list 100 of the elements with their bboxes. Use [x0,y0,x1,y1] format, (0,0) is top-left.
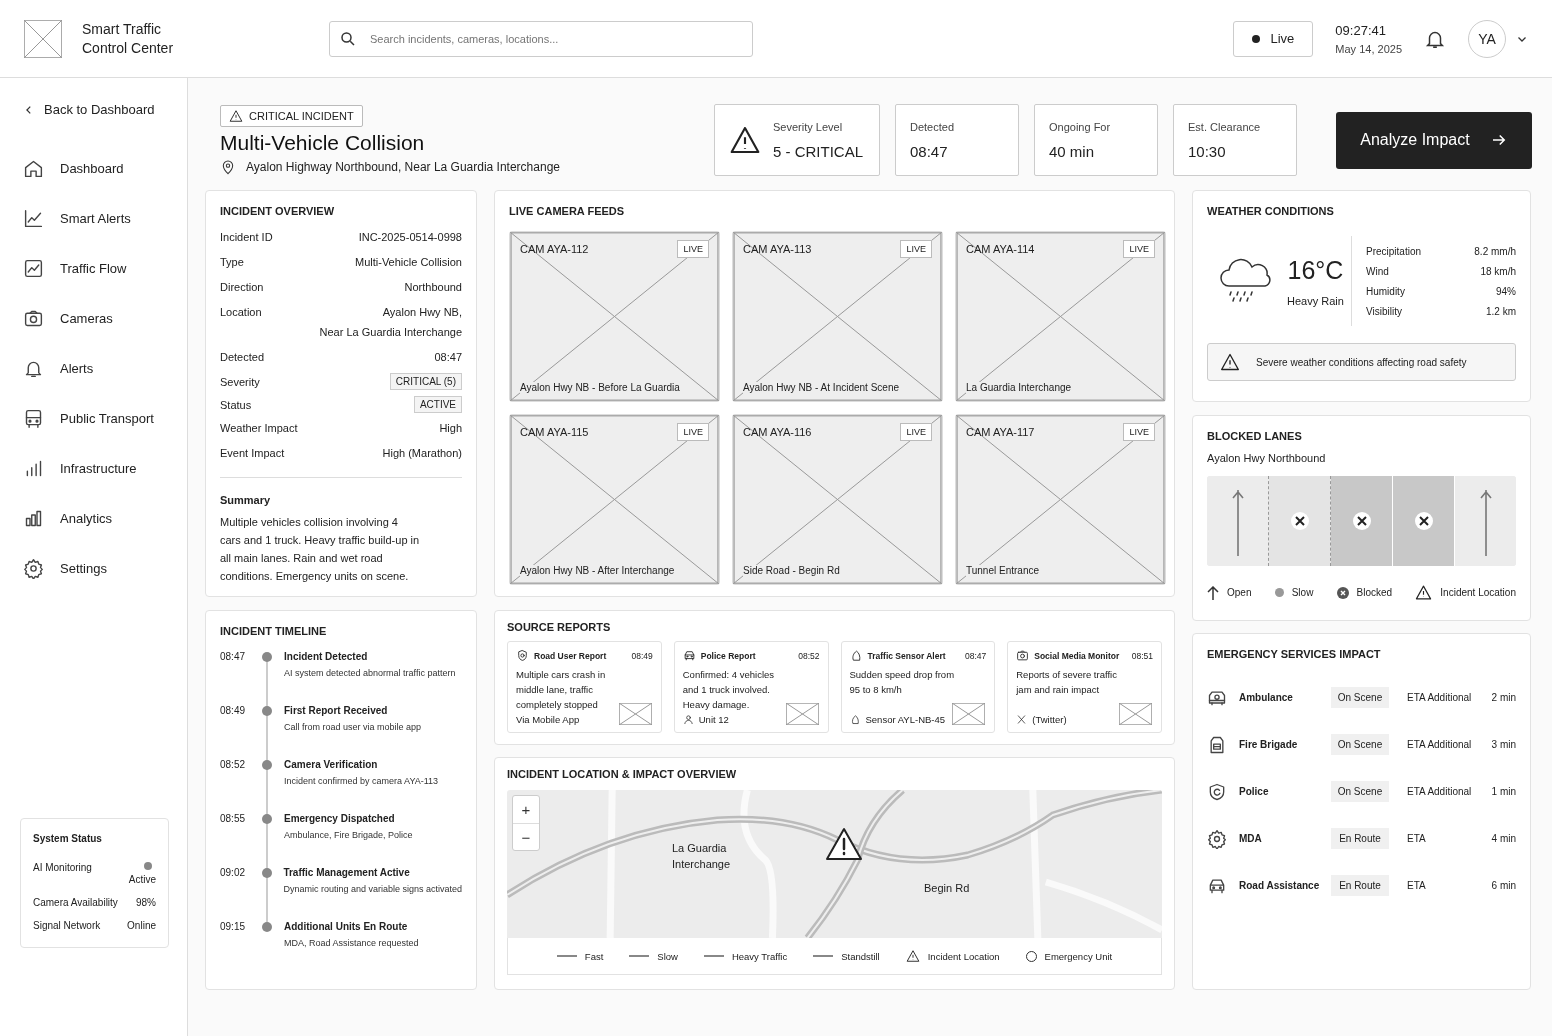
event-time: 08:47 [220,651,247,664]
status-tag: CRITICAL (5) [389,373,462,390]
event-description: Dynamic routing and variable signs activated [283,884,462,894]
event-time: 08:55 [220,813,247,826]
card-title: BLOCKED LANES [1207,430,1303,442]
live-button[interactable]: Live [1233,20,1314,57]
event-title: First Report Received [284,705,389,716]
stat-label: Detected [910,120,955,133]
report-card[interactable]: Social Media Monitor 08:51 Reports of severe traffic jam and rain impact (Twitter) [1007,641,1162,733]
camera-feed[interactable]: CAM AYA-116 LIVE Side Road - Begin Rd [732,414,943,585]
legend-label: Heavy Traffic [731,950,788,962]
camera-caption: Ayalon Hwy NB - After Interchange [520,565,675,576]
nav-item[interactable]: Smart Alerts [20,193,169,243]
map-pin-icon [220,159,236,175]
timeline-dot [262,760,272,770]
event-title: Additional Units En Route [284,921,409,932]
camera-caption: Tunnel Entrance [966,565,1039,576]
status-tag: ACTIVE [413,396,462,413]
card-title: INCIDENT LOCATION & IMPACT OVERVIEW [507,768,738,780]
camera-feed[interactable]: CAM AYA-112 LIVE Ayalon Hwy NB - Before La Guardia [509,231,720,402]
user-avatar[interactable]: YA [1468,19,1506,58]
nav-item[interactable]: Public Transport [20,393,169,443]
eta-value: 3 min [1490,739,1516,750]
search-icon [339,29,357,48]
camera-feed[interactable]: CAM AYA-115 LIVE Ayalon Hwy NB - After Interchange [509,414,720,585]
report-time: 08:49 [631,650,653,661]
image-placeholder [952,703,986,725]
service-name: Road Assistance [1239,880,1321,891]
blocked-icon [1336,586,1349,599]
nav-item[interactable]: Infrastructure [20,443,169,493]
event-description: AI system detected abnormal traffic pattern [284,668,456,678]
service-status: On Scene [1331,734,1389,755]
incident-location: Ayalon Highway Northbound, Near La Guardia Interchange [246,160,560,174]
event-description: Incident confirmed by camera AYA-113 [284,776,439,786]
back-link[interactable]: Back to Dashboard [20,102,169,117]
service-status: En Route [1331,875,1389,896]
camera-feed[interactable]: CAM AYA-113 LIVE Ayalon Hwy NB - At Incident Scene [732,231,943,402]
eta-value: 1 min [1490,786,1516,797]
nav-item[interactable]: Cameras [20,293,169,343]
legend-line [703,955,724,957]
zoom-in-button[interactable]: + [513,796,539,823]
camera-feed[interactable]: CAM AYA-114 LIVE La Guardia Interchange [955,231,1166,402]
line-chart-icon [23,257,44,279]
stat-label: Severity Level [773,120,844,133]
legend-label: Emergency Unit [1044,950,1113,962]
service-status: On Scene [1331,781,1389,802]
search-field[interactable]: Search incidents, cameras, locations... [329,20,753,57]
status-value: Active [128,874,156,885]
nav-item[interactable]: Alerts [20,343,169,393]
service-name: Police [1239,786,1270,797]
camera-caption: Side Road - Begin Rd [743,565,840,576]
report-title: Police Report [700,650,757,661]
legend-label: Incident Location [1440,587,1516,598]
badge-icon [516,649,529,662]
weather-condition: Heavy Rain [1287,294,1344,307]
nav-item[interactable]: Traffic Flow [20,243,169,293]
bus-icon [23,407,44,429]
live-badge: LIVE [1123,423,1155,441]
legend-dot [1274,588,1284,597]
timeline-dot [262,706,272,716]
warning-icon [1415,584,1433,601]
stat-label: Ongoing For [1049,120,1111,133]
alert-text: Severe weather conditions affecting road safety [1256,356,1467,368]
timeline-dot [262,814,272,824]
nav-item[interactable]: Dashboard [20,143,169,193]
camera-feed[interactable]: CAM AYA-117 LIVE Tunnel Entrance [955,414,1166,585]
blocked-icon [1414,512,1433,530]
stat-value: 40 min [1049,142,1096,160]
badge-label: CRITICAL INCIDENT [249,110,354,122]
arrow-up-icon [1207,585,1219,600]
nav-item[interactable]: Analytics [20,493,169,543]
image-placeholder [24,19,62,58]
app-title: Smart Traffic Control Center [82,19,175,58]
field-value: 08:47 [434,350,462,365]
clock-time: 09:27:41 [1335,22,1387,38]
eta-label: ETA Additional [1407,739,1473,750]
analyze-impact-button[interactable]: Analyze Impact [1336,111,1532,169]
report-text: Reports of severe traffic jam and rain impact [1016,668,1118,697]
report-card[interactable]: Road User Report 08:49 Multiple cars crash in middle lane, traffic completely stopped Via Mobile App [507,641,662,733]
service-name: Ambulance [1239,692,1294,703]
incident-title: Multi-Vehicle Collision [220,131,426,155]
summary-text: Multiple vehicles collision involving 4 cars and 1 truck. Heavy traffic build-up in all main lanes. Rain and wet road conditions. Emergency units on scene. [220,515,420,584]
report-source: Via Mobile App [516,714,580,725]
nav-item[interactable]: Settings [20,543,169,593]
live-badge: LIVE [900,240,932,258]
report-text: Confirmed: 4 vehicles and 1 truck involved. Heavy damage. [682,668,776,712]
report-time: 08:51 [1131,650,1153,661]
gear-icon [1207,828,1227,849]
zoom-out-button[interactable]: − [513,823,539,850]
field-label: Type [220,256,244,268]
status-dot [144,862,152,870]
legend-label: Incident Location [927,950,1000,962]
eta-label: ETA [1407,833,1427,844]
report-card[interactable]: Police Report 08:52 Confirmed: 4 vehicles and 1 truck involved. Heavy damage. Unit 12 [673,641,829,733]
legend-label: Open [1227,587,1252,598]
field-label: Status [220,399,252,411]
metric-value: 18 km/h [1480,265,1516,277]
report-card[interactable]: Traffic Sensor Alert 08:47 Sudden speed drop from 95 to 8 km/h Sensor AYL-NB-45 [840,641,996,733]
report-source: (Twitter) [1032,714,1067,725]
image-placeholder [618,703,652,725]
